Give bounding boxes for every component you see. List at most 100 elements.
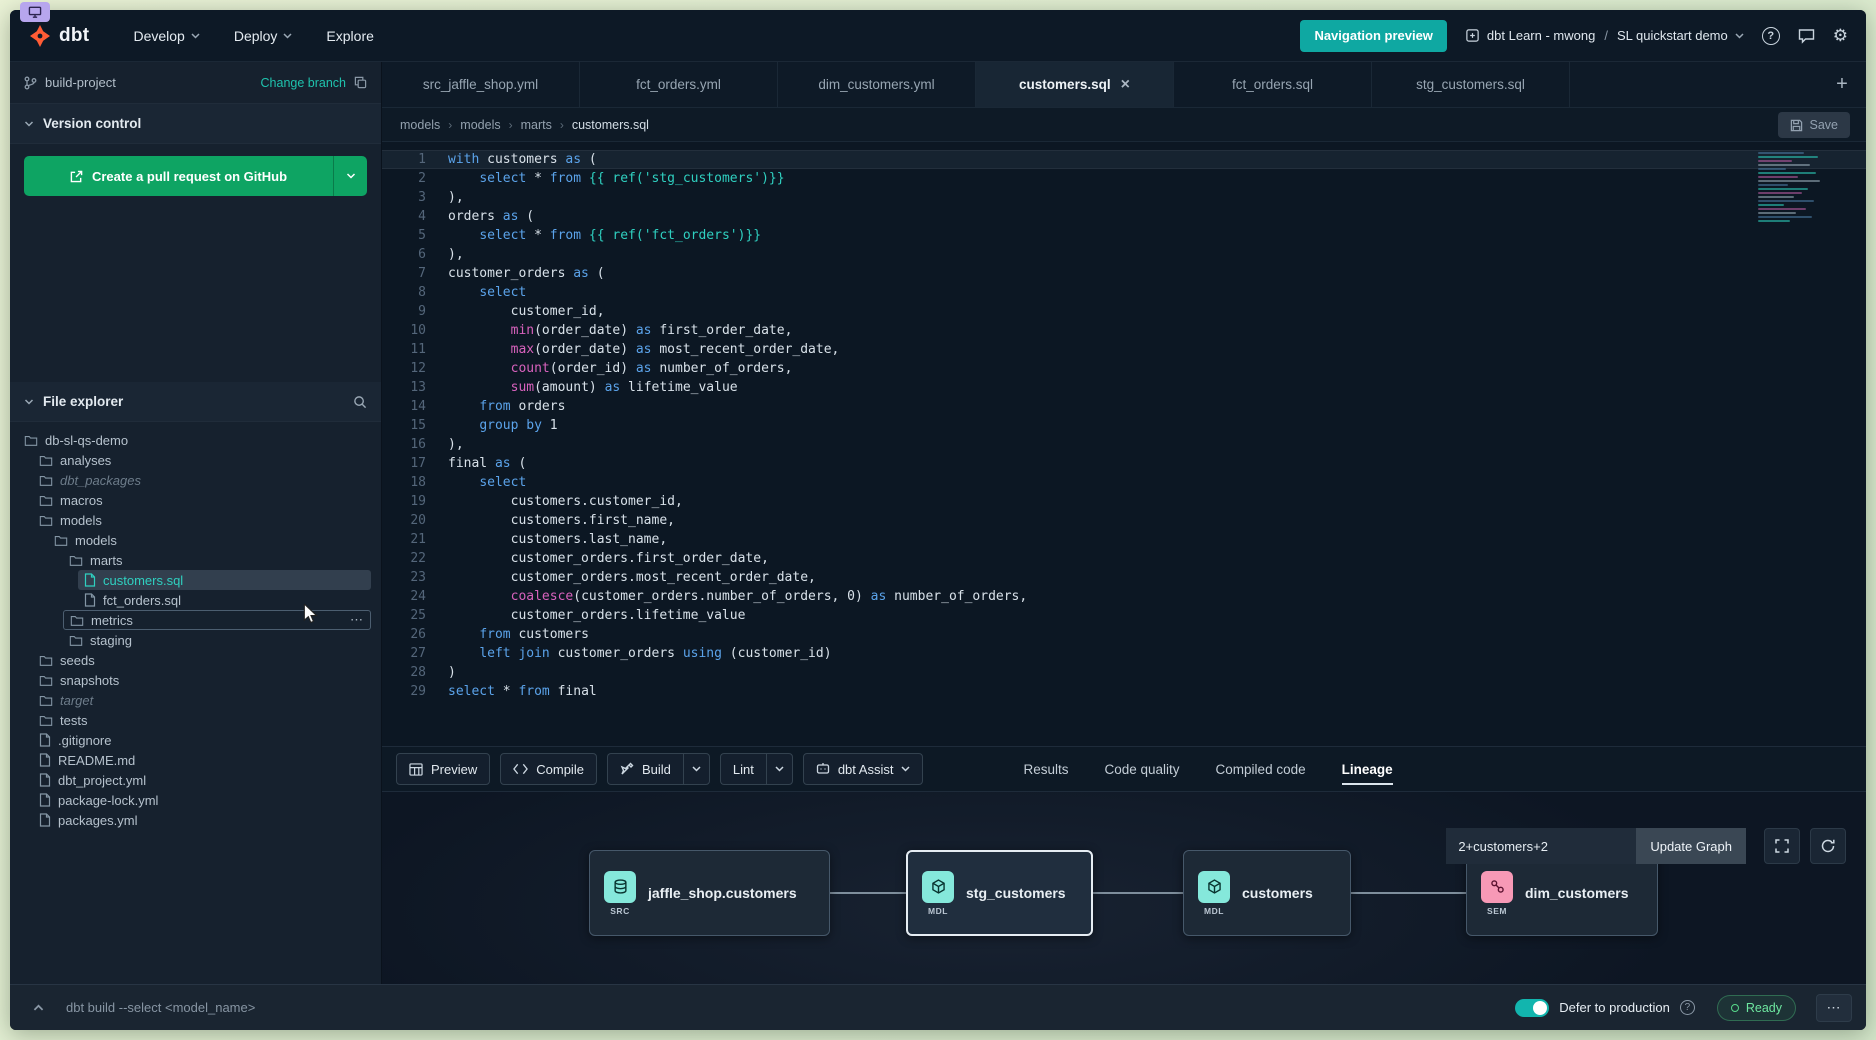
editor-minimap[interactable] (1758, 152, 1850, 222)
code-line[interactable]: 23 customer_orders.most_recent_order_dat… (382, 568, 1866, 587)
lineage-node-stg_customers[interactable]: MDLstg_customers (906, 850, 1093, 936)
code-line[interactable]: 15 group by 1 (382, 416, 1866, 435)
settings-gear-icon[interactable]: ⚙ (1833, 26, 1848, 46)
fullscreen-button[interactable] (1764, 828, 1800, 864)
menu-deploy[interactable]: Deploy (234, 28, 293, 44)
update-graph-button[interactable]: Update Graph (1636, 828, 1746, 864)
tree-item-metrics[interactable]: metrics⋯ (63, 610, 371, 630)
code-line[interactable]: 10 min(order_date) as first_order_date, (382, 321, 1866, 340)
editor-tab-fct_orders.sql[interactable]: fct_orders.sql (1174, 62, 1372, 107)
lineage-node-customers[interactable]: MDLcustomers (1183, 850, 1351, 936)
code-line[interactable]: 8 select (382, 283, 1866, 302)
code-line[interactable]: 17final as ( (382, 454, 1866, 473)
tree-item-models[interactable]: models (33, 510, 371, 530)
code-line[interactable]: 1with customers as ( (382, 150, 1866, 169)
editor-tab-stg_customers.sql[interactable]: stg_customers.sql (1372, 62, 1570, 107)
breadcrumb-item[interactable]: customers.sql (572, 118, 649, 132)
code-line[interactable]: 29select * from final (382, 682, 1866, 701)
pr-dropdown-button[interactable] (333, 156, 367, 196)
tree-item-snapshots[interactable]: snapshots (33, 670, 371, 690)
new-tab-button[interactable]: + (1818, 62, 1866, 107)
tree-item-db-sl-qs-demo[interactable]: db-sl-qs-demo (18, 430, 371, 450)
tree-item-marts[interactable]: marts (63, 550, 371, 570)
breadcrumb-item[interactable]: models (460, 118, 500, 132)
code-line[interactable]: 19 customers.customer_id, (382, 492, 1866, 511)
tab-code-quality[interactable]: Code quality (1104, 747, 1179, 791)
search-icon[interactable] (353, 395, 367, 409)
expand-panel-button[interactable] (24, 994, 52, 1022)
version-control-section-header[interactable]: Version control (10, 104, 381, 144)
editor-tab-customers.sql[interactable]: customers.sql× (976, 62, 1174, 107)
create-pr-button[interactable]: Create a pull request on GitHub (24, 156, 367, 196)
tree-item-dbt_packages[interactable]: dbt_packages (33, 470, 371, 490)
change-branch-link[interactable]: Change branch (261, 76, 346, 90)
navigation-preview-button[interactable]: Navigation preview (1300, 20, 1446, 52)
menu-develop[interactable]: Develop (133, 28, 199, 44)
code-line[interactable]: 22 customer_orders.first_order_date, (382, 549, 1866, 568)
code-line[interactable]: 9 customer_id, (382, 302, 1866, 321)
lineage-search-input[interactable] (1446, 828, 1636, 864)
lint-button[interactable]: Lint (720, 753, 766, 785)
tree-item-customers.sql[interactable]: customers.sql (78, 570, 371, 590)
code-line[interactable]: 25 customer_orders.lifetime_value (382, 606, 1866, 625)
tree-item-tests[interactable]: tests (33, 710, 371, 730)
tree-item-models[interactable]: models (48, 530, 371, 550)
code-line[interactable]: 2 select * from {{ ref('stg_customers')}… (382, 169, 1866, 188)
code-line[interactable]: 13 sum(amount) as lifetime_value (382, 378, 1866, 397)
account-project-switcher[interactable]: dbt Learn - mwong / SL quickstart demo (1465, 28, 1744, 43)
ready-status-badge[interactable]: Ready (1717, 995, 1796, 1021)
tree-item-staging[interactable]: staging (63, 630, 371, 650)
code-line[interactable]: 6), (382, 245, 1866, 264)
build-button[interactable]: Build (607, 753, 683, 785)
defer-to-production-toggle[interactable] (1515, 999, 1549, 1017)
tree-item-macros[interactable]: macros (33, 490, 371, 510)
code-editor[interactable]: 1with customers as (2 select * from {{ r… (382, 142, 1866, 746)
code-line[interactable]: 26 from customers (382, 625, 1866, 644)
more-options-button[interactable]: ⋯ (1816, 994, 1852, 1022)
tree-item-.gitignore[interactable]: .gitignore (33, 730, 371, 750)
code-line[interactable]: 28) (382, 663, 1866, 682)
code-line[interactable]: 4orders as ( (382, 207, 1866, 226)
tab-results[interactable]: Results (1023, 747, 1068, 791)
code-line[interactable]: 7customer_orders as ( (382, 264, 1866, 283)
defer-help-icon[interactable]: ? (1680, 1000, 1695, 1015)
editor-tab-src_jaffle_shop.yml[interactable]: src_jaffle_shop.yml (382, 62, 580, 107)
editor-tab-fct_orders.yml[interactable]: fct_orders.yml (580, 62, 778, 107)
code-line[interactable]: 24 coalesce(customer_orders.number_of_or… (382, 587, 1866, 606)
editor-tab-dim_customers.yml[interactable]: dim_customers.yml (778, 62, 976, 107)
tab-compiled-code[interactable]: Compiled code (1216, 747, 1306, 791)
code-line[interactable]: 16), (382, 435, 1866, 454)
refresh-button[interactable] (1810, 828, 1846, 864)
tree-item-packages.yml[interactable]: packages.yml (33, 810, 371, 830)
lint-dropdown-button[interactable] (766, 753, 793, 785)
file-explorer-section-header[interactable]: File explorer (10, 382, 381, 422)
lineage-canvas[interactable]: Update Graph SRCjaffle_shop.customers MDL… (382, 792, 1866, 984)
code-line[interactable]: 3), (382, 188, 1866, 207)
code-line[interactable]: 20 customers.first_name, (382, 511, 1866, 530)
tree-item-fct_orders.sql[interactable]: fct_orders.sql (78, 590, 371, 610)
lineage-node-jaffle_shop.customers[interactable]: SRCjaffle_shop.customers (589, 850, 830, 936)
feedback-icon[interactable] (1798, 28, 1815, 44)
tree-item-seeds[interactable]: seeds (33, 650, 371, 670)
code-line[interactable]: 12 count(order_id) as number_of_orders, (382, 359, 1866, 378)
close-tab-icon[interactable]: × (1121, 77, 1130, 93)
code-line[interactable]: 11 max(order_date) as most_recent_order_… (382, 340, 1866, 359)
dbt-logo[interactable]: dbt (28, 24, 89, 48)
tree-item-package-lock.yml[interactable]: package-lock.yml (33, 790, 371, 810)
dbt-assist-button[interactable]: dbt Assist (803, 753, 924, 785)
tree-item-dbt_project.yml[interactable]: dbt_project.yml (33, 770, 371, 790)
breadcrumb-item[interactable]: models (400, 118, 440, 132)
code-line[interactable]: 21 customers.last_name, (382, 530, 1866, 549)
code-line[interactable]: 5 select * from {{ ref('fct_orders')}} (382, 226, 1866, 245)
code-line[interactable]: 27 left join customer_orders using (cust… (382, 644, 1866, 663)
compile-button[interactable]: Compile (500, 753, 597, 785)
tree-item-menu-button[interactable]: ⋯ (350, 612, 364, 628)
build-dropdown-button[interactable] (683, 753, 710, 785)
command-hint[interactable]: dbt build --select <model_name> (66, 1000, 255, 1015)
tab-lineage[interactable]: Lineage (1342, 747, 1393, 791)
tree-item-analyses[interactable]: analyses (33, 450, 371, 470)
breadcrumb-item[interactable]: marts (521, 118, 552, 132)
copy-icon[interactable] (354, 76, 367, 89)
code-line[interactable]: 14 from orders (382, 397, 1866, 416)
save-button[interactable]: Save (1778, 112, 1851, 138)
